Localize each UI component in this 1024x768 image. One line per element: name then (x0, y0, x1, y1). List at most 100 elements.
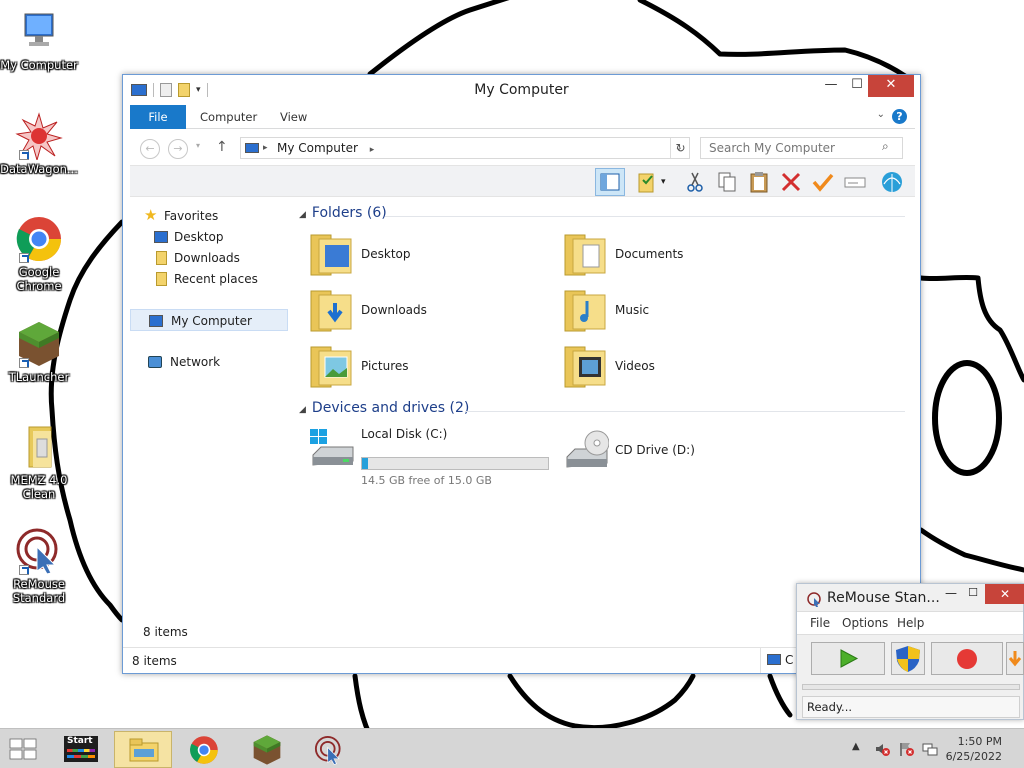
computer-small-icon (149, 315, 163, 327)
cd-drive-icon (566, 430, 609, 468)
paste-icon[interactable] (747, 170, 771, 194)
computer-icon (15, 8, 63, 56)
search-input[interactable]: Search My Computer (700, 137, 903, 159)
collapse-triangle-icon[interactable]: ◢ (299, 210, 306, 220)
folder-name: Downloads (361, 303, 427, 317)
taskbar-remouse[interactable] (300, 731, 358, 768)
collapse-triangle-icon[interactable]: ◢ (299, 405, 306, 415)
preview-pane-button[interactable] (595, 168, 625, 196)
folder-item[interactable]: Videos (563, 343, 803, 393)
uac-shield-button[interactable] (891, 642, 925, 675)
remouse-minimize-button[interactable]: — (939, 584, 963, 604)
play-button[interactable] (811, 642, 885, 675)
desktop-icon-memz[interactable]: MEMZ 4.0 Clean (0, 423, 78, 501)
network-status-icon[interactable] (922, 741, 938, 760)
nav-desktop[interactable]: Desktop (130, 226, 288, 248)
folder-icon (15, 423, 63, 471)
desktop-icon-google-chrome[interactable]: Google Chrome (0, 215, 78, 293)
tab-computer[interactable]: Computer (188, 105, 269, 129)
address-bar[interactable]: ▸ My Computer ▸ ⌄ (240, 137, 690, 159)
taskbar-tlauncher[interactable] (238, 731, 296, 768)
clock-time: 1:50 PM (957, 735, 1002, 748)
forward-button[interactable]: → (168, 139, 188, 159)
taskbar-chrome[interactable] (176, 731, 234, 768)
checkmark-icon[interactable] (811, 170, 835, 194)
shell-icon[interactable] (880, 170, 904, 194)
tab-file[interactable]: File (130, 105, 186, 129)
recent-places-icon (156, 272, 167, 286)
remouse-icon (15, 527, 63, 575)
nav-my-computer[interactable]: My Computer (130, 309, 288, 331)
menu-file[interactable]: File (810, 616, 830, 630)
drive-item[interactable]: CD Drive (D:) (563, 427, 803, 477)
breadcrumb[interactable]: My Computer (277, 141, 358, 155)
command-toolbar: ▾ (130, 165, 915, 197)
folder-item[interactable]: Desktop (309, 231, 549, 281)
star-icon: ★ (144, 206, 158, 224)
speaker-muted-icon[interactable] (874, 741, 890, 760)
drives-group-header[interactable]: ◢ Devices and drives (2) (299, 400, 469, 420)
download-arrow-button[interactable] (1006, 642, 1024, 675)
grass-block-icon (15, 320, 63, 368)
show-hidden-icons-chevron[interactable]: ▲ (852, 741, 860, 752)
drive-item[interactable]: Local Disk (C:) 14.5 GB free of 15.0 GB (309, 427, 549, 487)
remouse-maximize-button[interactable]: ☐ (963, 584, 983, 604)
desktop-icon-datawagon[interactable]: DataWagon... (0, 112, 78, 176)
nav-recent-places[interactable]: Recent places (130, 268, 288, 290)
taskbar-file-explorer[interactable] (114, 731, 172, 768)
folder-name: Pictures (361, 359, 409, 373)
desktop-icon-remouse[interactable]: ReMouse Standard (0, 527, 78, 605)
up-button[interactable]: ↑ (216, 139, 228, 155)
folder-item[interactable]: Documents (563, 231, 803, 281)
remouse-icon (314, 735, 341, 765)
computer-small-icon (245, 143, 259, 153)
nav-network[interactable]: Network (130, 351, 288, 373)
delete-icon[interactable] (779, 170, 803, 194)
nav-label: Favorites (164, 209, 219, 223)
properties-checklist-icon[interactable] (635, 170, 659, 194)
nav-label: Desktop (174, 230, 224, 244)
search-icon[interactable]: ⌕ (882, 139, 889, 154)
folders-group-header[interactable]: ◢ Folders (6) (299, 205, 387, 225)
copy-icon[interactable] (715, 170, 739, 194)
rename-icon[interactable] (843, 170, 867, 194)
remouse-close-button[interactable]: ✕ (985, 584, 1024, 604)
back-button[interactable]: ← (140, 139, 160, 159)
tab-view[interactable]: View (268, 105, 319, 129)
title-bar[interactable]: ▾ My Computer — ☐ ✕ (123, 75, 920, 105)
remouse-title: ReMouse Stan... (827, 590, 940, 606)
start-screen-icon: Start (64, 736, 98, 762)
start-button[interactable] (8, 737, 38, 764)
system-clock[interactable]: 1:50 PM 6/25/2022 (946, 734, 1002, 764)
nav-label: Downloads (174, 251, 240, 265)
cut-icon[interactable] (683, 170, 707, 194)
taskbar-start-screen[interactable]: Start (60, 731, 118, 768)
ribbon-collapse-icon[interactable]: ⌄ (877, 109, 885, 120)
nav-label: My Computer (171, 314, 252, 328)
close-button[interactable]: ✕ (868, 75, 914, 97)
desktop-icon-my-computer[interactable]: My Computer (0, 8, 78, 72)
group-title: Devices and drives (2) (311, 400, 470, 416)
chrome-icon (15, 215, 63, 263)
menu-options[interactable]: Options (842, 616, 888, 630)
help-icon[interactable]: ? (892, 109, 907, 124)
menu-help[interactable]: Help (897, 616, 924, 630)
record-button[interactable] (931, 642, 1003, 675)
toolbar-dropdown-icon[interactable]: ▾ (661, 170, 673, 194)
status-text: 8 items (132, 654, 177, 668)
drive-free-space: 14.5 GB free of 15.0 GB (361, 474, 492, 487)
recent-locations-icon[interactable]: ▾ (196, 141, 200, 150)
start-screen-label: Start (67, 736, 93, 746)
action-center-flag-icon[interactable] (898, 741, 914, 760)
folder-item[interactable]: Downloads (309, 287, 549, 337)
folder-name: Desktop (361, 247, 411, 261)
ribbon-tabs: File Computer View ⌄ ? (130, 105, 915, 129)
nav-downloads[interactable]: Downloads (130, 247, 288, 269)
folder-item[interactable]: Music (563, 287, 803, 337)
breadcrumb-chevron-icon[interactable]: ▸ (370, 145, 375, 155)
folder-item[interactable]: Pictures (309, 343, 549, 393)
refresh-icon[interactable]: ↻ (670, 138, 690, 158)
desktop-icon-tlauncher[interactable]: TLauncher (0, 320, 78, 384)
desktop-icon-label: ReMouse Standard (12, 577, 66, 605)
nav-favorites[interactable]: ★ Favorites (130, 205, 288, 227)
